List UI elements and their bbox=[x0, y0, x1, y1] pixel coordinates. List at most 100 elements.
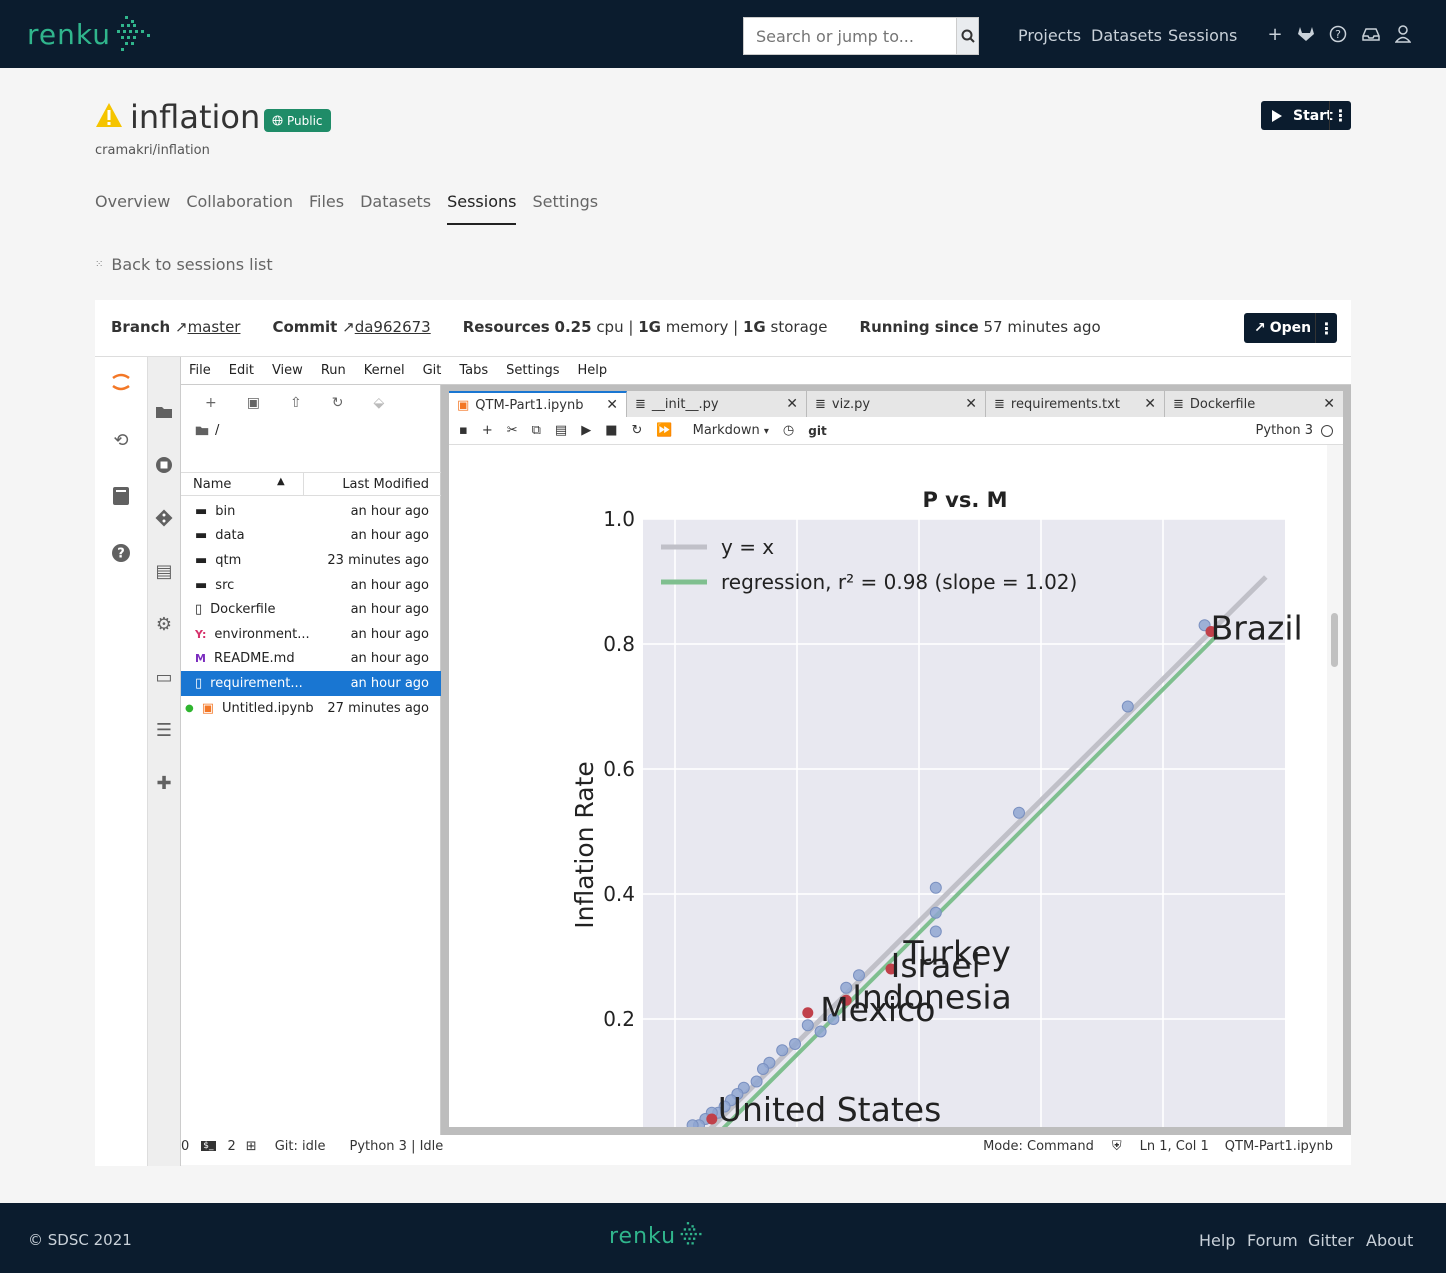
menu-edit[interactable]: Edit bbox=[229, 363, 254, 378]
new-launcher-icon[interactable]: + bbox=[205, 395, 217, 411]
close-icon[interactable]: ✕ bbox=[786, 396, 798, 412]
insert-cell-icon[interactable]: + bbox=[482, 423, 493, 438]
help-circle-icon[interactable]: ? bbox=[110, 542, 132, 564]
home-folder-icon[interactable] bbox=[195, 425, 209, 436]
breadcrumb-path[interactable]: / bbox=[215, 423, 219, 438]
close-icon[interactable]: ✕ bbox=[1323, 396, 1335, 412]
folder-icon[interactable] bbox=[153, 401, 175, 423]
menu-view[interactable]: View bbox=[272, 363, 303, 378]
new-folder-icon[interactable]: ▣ bbox=[247, 395, 260, 411]
branch-link[interactable]: master bbox=[188, 318, 241, 336]
start-menu-icon[interactable]: ⋮ bbox=[1329, 101, 1351, 130]
git-clone-icon[interactable]: ⬙ bbox=[373, 395, 384, 411]
doc-tab-qtm[interactable]: ▣ QTM-Part1.ipynb ✕ bbox=[449, 391, 627, 417]
stop-icon[interactable]: ■ bbox=[605, 423, 617, 438]
book-icon[interactable] bbox=[110, 485, 132, 507]
open-button[interactable]: ↗ Open ⋮ bbox=[1244, 313, 1337, 343]
scrollbar-thumb[interactable] bbox=[1331, 613, 1338, 667]
commands-icon[interactable]: ▤ bbox=[153, 560, 175, 582]
help-icon[interactable]: ? bbox=[1328, 24, 1348, 44]
toc-icon[interactable]: ☰ bbox=[153, 719, 175, 741]
file-row[interactable]: ▬ bin an hour ago bbox=[181, 499, 441, 524]
nav-projects[interactable]: Projects bbox=[1018, 26, 1081, 45]
folder-icon: ▬ bbox=[195, 503, 208, 519]
fast-forward-icon[interactable]: ⏩ bbox=[656, 423, 672, 438]
start-button[interactable]: Start ⋮ bbox=[1261, 101, 1351, 130]
running-info: Running since 57 minutes ago bbox=[860, 318, 1101, 336]
git-icon[interactable] bbox=[153, 507, 175, 529]
clock-icon[interactable]: ◷ bbox=[783, 423, 794, 438]
user-icon[interactable] bbox=[1393, 24, 1413, 44]
file-row[interactable]: ▬ qtm 23 minutes ago bbox=[181, 548, 441, 573]
menu-tabs[interactable]: Tabs bbox=[459, 363, 488, 378]
refresh-icon[interactable]: ↻ bbox=[332, 395, 344, 411]
run-icon[interactable]: ▶ bbox=[581, 423, 591, 438]
footer-logo[interactable]: renku bbox=[609, 1219, 710, 1253]
back-to-sessions-link[interactable]: ⁙ Back to sessions list bbox=[95, 255, 273, 274]
tab-settings[interactable]: Settings bbox=[532, 192, 598, 225]
open-menu-icon[interactable]: ⋮ bbox=[1315, 313, 1337, 343]
file-row[interactable]: M README.md an hour ago bbox=[181, 647, 441, 672]
tabs-icon[interactable]: ▭ bbox=[153, 666, 175, 688]
tab-sessions[interactable]: Sessions bbox=[447, 192, 517, 225]
cut-icon[interactable]: ✂ bbox=[507, 423, 518, 438]
kernel-indicator[interactable]: Python 3 bbox=[1256, 423, 1333, 438]
footer-about-link[interactable]: About bbox=[1366, 1231, 1413, 1250]
doc-tab-viz[interactable]: ≣ viz.py ✕ bbox=[807, 391, 986, 417]
copy-icon[interactable]: ⧉ bbox=[532, 423, 541, 438]
close-icon[interactable]: ✕ bbox=[965, 396, 977, 412]
name-column-header[interactable]: Name bbox=[193, 477, 231, 492]
doc-tab-requirements[interactable]: ≣ requirements.txt ✕ bbox=[986, 391, 1165, 417]
menu-file[interactable]: File bbox=[189, 363, 211, 378]
scrollbar-track[interactable] bbox=[1327, 445, 1343, 1127]
paste-icon[interactable]: ▤ bbox=[555, 423, 567, 438]
nav-datasets[interactable]: Datasets bbox=[1091, 26, 1162, 45]
search-button[interactable] bbox=[956, 18, 978, 54]
renku-logo[interactable]: renku bbox=[27, 14, 155, 54]
nav-sessions[interactable]: Sessions bbox=[1168, 26, 1237, 45]
restart-icon[interactable]: ↻ bbox=[632, 423, 643, 438]
footer-logo-text: renku bbox=[609, 1223, 677, 1249]
gitlab-icon[interactable] bbox=[1296, 24, 1316, 44]
inbox-icon[interactable] bbox=[1361, 24, 1381, 44]
extension-icon[interactable]: ✚ bbox=[153, 772, 175, 794]
doc-tab-init[interactable]: ≣ __init__.py ✕ bbox=[627, 391, 807, 417]
menu-git[interactable]: Git bbox=[423, 363, 442, 378]
modified-column-header[interactable]: Last Modified bbox=[342, 477, 429, 492]
file-row[interactable]: ▬ src an hour ago bbox=[181, 573, 441, 598]
tab-collaboration[interactable]: Collaboration bbox=[186, 192, 293, 225]
tab-datasets[interactable]: Datasets bbox=[360, 192, 431, 225]
cell-type-select[interactable]: Markdown ▾ bbox=[693, 423, 769, 438]
menu-kernel[interactable]: Kernel bbox=[364, 363, 405, 378]
cursor-position[interactable]: Ln 1, Col 1 bbox=[1140, 1139, 1209, 1154]
terminal-count[interactable]: 0 bbox=[181, 1139, 189, 1154]
commit-link[interactable]: da962673 bbox=[355, 318, 431, 336]
menu-help[interactable]: Help bbox=[578, 363, 608, 378]
file-row[interactable]: ● ▣ Untitled.ipynb 27 minutes ago bbox=[181, 696, 441, 721]
file-row-selected[interactable]: ▯ requirement... an hour ago bbox=[181, 671, 441, 696]
kernel-count[interactable]: 2 bbox=[228, 1139, 236, 1154]
property-inspector-icon[interactable]: ⚙ bbox=[153, 613, 175, 635]
running-icon[interactable] bbox=[153, 454, 175, 476]
tab-files[interactable]: Files bbox=[309, 192, 344, 225]
save-icon[interactable]: ▪ bbox=[459, 423, 468, 438]
search-input[interactable] bbox=[744, 18, 956, 54]
warning-icon bbox=[96, 103, 122, 127]
close-icon[interactable]: ✕ bbox=[1144, 396, 1156, 412]
plus-icon[interactable]: + bbox=[1265, 24, 1285, 45]
file-row[interactable]: ▬ data an hour ago bbox=[181, 524, 441, 549]
kernel-status[interactable]: Python 3 | Idle bbox=[349, 1139, 443, 1154]
menu-run[interactable]: Run bbox=[321, 363, 346, 378]
file-row[interactable]: ▯ Dockerfile an hour ago bbox=[181, 597, 441, 622]
upload-icon[interactable]: ⇧ bbox=[290, 395, 302, 411]
file-row[interactable]: Y: environment... an hour ago bbox=[181, 622, 441, 647]
git-diff-button[interactable]: git bbox=[808, 424, 826, 438]
history-icon[interactable]: ⟲ bbox=[110, 429, 132, 451]
footer-gitter-link[interactable]: Gitter bbox=[1308, 1231, 1354, 1250]
footer-help-link[interactable]: Help bbox=[1199, 1231, 1235, 1250]
footer-forum-link[interactable]: Forum bbox=[1247, 1231, 1298, 1250]
close-icon[interactable]: ✕ bbox=[606, 397, 618, 413]
menu-settings[interactable]: Settings bbox=[506, 363, 559, 378]
tab-overview[interactable]: Overview bbox=[95, 192, 170, 225]
doc-tab-dockerfile[interactable]: ≣ Dockerfile ✕ bbox=[1165, 391, 1343, 417]
